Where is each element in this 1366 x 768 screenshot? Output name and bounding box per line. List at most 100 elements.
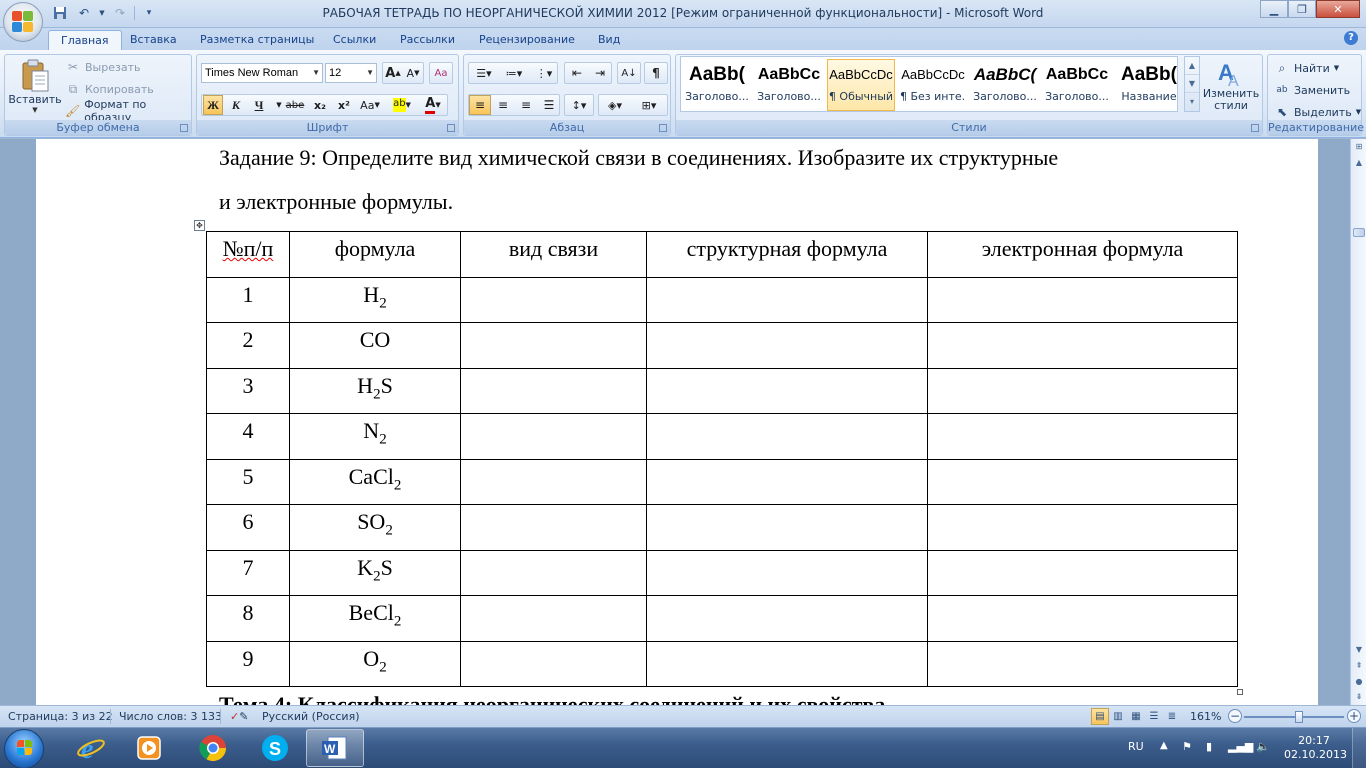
- clear-formatting-button[interactable]: Aa: [429, 62, 453, 84]
- gallery-up-icon[interactable]: ▲: [1185, 57, 1199, 75]
- superscript-button[interactable]: x²: [333, 95, 355, 115]
- formula-cell[interactable]: SO2: [289, 504, 461, 551]
- electron-formula-cell[interactable]: [927, 367, 1238, 414]
- replace-button[interactable]: ab Заменить: [1274, 80, 1350, 100]
- electron-formula-cell[interactable]: [927, 504, 1238, 551]
- full-screen-reading-view-icon[interactable]: ▥: [1109, 708, 1127, 725]
- justify-icon[interactable]: ☰: [538, 95, 560, 115]
- page-count[interactable]: Страница: 3 из 22: [8, 710, 113, 723]
- header-cell[interactable]: вид связи: [460, 231, 647, 278]
- print-layout-view-icon[interactable]: ▤: [1091, 708, 1109, 725]
- volume-icon[interactable]: 🔈: [1256, 740, 1270, 753]
- electron-formula-cell[interactable]: [927, 595, 1238, 642]
- font-size-combo[interactable]: 12 ▼: [325, 63, 377, 83]
- bond-type-cell[interactable]: [460, 367, 647, 414]
- row-number-cell[interactable]: 8: [206, 595, 290, 642]
- office-button[interactable]: [3, 2, 43, 42]
- row-number-cell[interactable]: 9: [206, 640, 290, 687]
- structural-formula-cell[interactable]: [646, 367, 928, 414]
- formula-cell[interactable]: BeCl2: [289, 595, 461, 642]
- electron-formula-cell[interactable]: [927, 458, 1238, 505]
- next-page-icon[interactable]: ⇟: [1351, 689, 1366, 705]
- style-normal[interactable]: AaBbCcDc ¶ Обычный: [827, 59, 895, 111]
- network-signal-icon[interactable]: ▂▄▆: [1228, 740, 1253, 753]
- tab-page-layout[interactable]: Разметка страницы: [188, 30, 326, 50]
- change-case-button[interactable]: Aa ▼: [357, 95, 383, 115]
- structural-formula-cell[interactable]: [646, 549, 928, 596]
- shading-icon[interactable]: ◈▾: [599, 95, 631, 115]
- word-icon[interactable]: W: [306, 729, 364, 767]
- formula-cell[interactable]: H2S: [289, 367, 461, 414]
- electron-formula-cell[interactable]: [927, 276, 1238, 323]
- row-number-cell[interactable]: 3: [206, 367, 290, 414]
- align-left-icon[interactable]: ≡: [469, 95, 491, 115]
- underline-button[interactable]: Ч: [249, 95, 269, 115]
- bond-type-cell[interactable]: [460, 458, 647, 505]
- row-number-cell[interactable]: 6: [206, 504, 290, 551]
- tab-home[interactable]: Главная: [48, 30, 122, 50]
- styles-launcher-icon[interactable]: [1251, 124, 1259, 132]
- skype-icon[interactable]: S: [246, 729, 304, 767]
- formula-cell[interactable]: K2S: [289, 549, 461, 596]
- web-layout-view-icon[interactable]: ▦: [1127, 708, 1145, 725]
- bullets-icon[interactable]: ☰▾: [470, 62, 498, 84]
- select-button[interactable]: ⬉ Выделить ▼: [1274, 102, 1361, 122]
- zoom-out-icon[interactable]: −: [1228, 709, 1242, 723]
- sort-icon[interactable]: A↓: [617, 62, 641, 84]
- row-number-cell[interactable]: 7: [206, 549, 290, 596]
- spellcheck-icon[interactable]: ✓✎: [230, 710, 248, 723]
- zoom-in-icon[interactable]: +: [1347, 709, 1361, 723]
- word-count[interactable]: Число слов: 3 133: [119, 710, 222, 723]
- tab-view[interactable]: Вид: [586, 30, 632, 50]
- align-right-icon[interactable]: ≡: [515, 95, 537, 115]
- numbering-icon[interactable]: ≔▾: [500, 62, 528, 84]
- scroll-up-icon[interactable]: ▲: [1351, 155, 1366, 171]
- gallery-more-icon[interactable]: ▾: [1185, 93, 1199, 111]
- restore-button[interactable]: ❐: [1288, 0, 1316, 18]
- start-button[interactable]: [4, 729, 44, 768]
- table-move-handle-icon[interactable]: ✥: [194, 220, 205, 231]
- row-number-cell[interactable]: 4: [206, 413, 290, 460]
- structural-formula-cell[interactable]: [646, 640, 928, 687]
- cut-button[interactable]: ✂ Вырезать: [65, 57, 141, 77]
- style-no-spacing[interactable]: AaBbCcDc ¶ Без инте...: [899, 59, 967, 111]
- electron-formula-cell[interactable]: [927, 413, 1238, 460]
- formula-cell[interactable]: CaCl2: [289, 458, 461, 505]
- increase-indent-icon[interactable]: ⇥: [589, 62, 611, 84]
- bond-type-cell[interactable]: [460, 413, 647, 460]
- row-number-cell[interactable]: 2: [206, 322, 290, 369]
- electron-formula-cell[interactable]: [927, 322, 1238, 369]
- show-desktop-button[interactable]: [1352, 728, 1366, 768]
- style-heading4[interactable]: AaBbCc Заголово...: [1043, 59, 1111, 111]
- find-button[interactable]: ⌕ Найти ▼: [1274, 58, 1339, 78]
- browse-object-icon[interactable]: ●: [1351, 674, 1366, 690]
- header-cell[interactable]: структурная формула: [646, 231, 928, 278]
- row-number-cell[interactable]: 1: [206, 276, 290, 323]
- structural-formula-cell[interactable]: [646, 276, 928, 323]
- structural-formula-cell[interactable]: [646, 504, 928, 551]
- table-resize-handle[interactable]: [1237, 689, 1243, 695]
- action-center-flag-icon[interactable]: ⚑: [1182, 740, 1192, 753]
- media-player-icon[interactable]: [120, 729, 178, 767]
- font-name-combo[interactable]: Times New Roman ▼: [201, 63, 323, 83]
- chrome-icon[interactable]: [184, 729, 242, 767]
- format-painter-button[interactable]: 🖌 Формат по образцу: [65, 98, 191, 124]
- structural-formula-cell[interactable]: [646, 322, 928, 369]
- style-heading3[interactable]: AaBbC( Заголово...: [971, 59, 1039, 111]
- zoom-slider-track[interactable]: [1244, 716, 1344, 718]
- subscript-button[interactable]: x₂: [309, 95, 331, 115]
- highlight-button[interactable]: ab ▼: [388, 95, 416, 115]
- vertical-scrollbar[interactable]: ⊞ ▲ ▼ ⇞ ● ⇟: [1350, 139, 1366, 705]
- header-cell[interactable]: электронная формула: [927, 231, 1238, 278]
- tab-references[interactable]: Ссылки: [321, 30, 388, 50]
- taskbar-clock[interactable]: 20:17 02.10.2013: [1284, 734, 1347, 762]
- tab-insert[interactable]: Вставка: [118, 30, 189, 50]
- language-indicator[interactable]: Русский (Россия): [262, 710, 360, 723]
- bond-type-cell[interactable]: [460, 595, 647, 642]
- shrink-font-button[interactable]: A ▼: [403, 62, 423, 84]
- structural-formula-cell[interactable]: [646, 413, 928, 460]
- show-marks-icon[interactable]: ¶: [644, 62, 668, 84]
- header-cell[interactable]: формула: [289, 231, 461, 278]
- tab-review[interactable]: Рецензирование: [467, 30, 587, 50]
- font-launcher-icon[interactable]: [447, 124, 455, 132]
